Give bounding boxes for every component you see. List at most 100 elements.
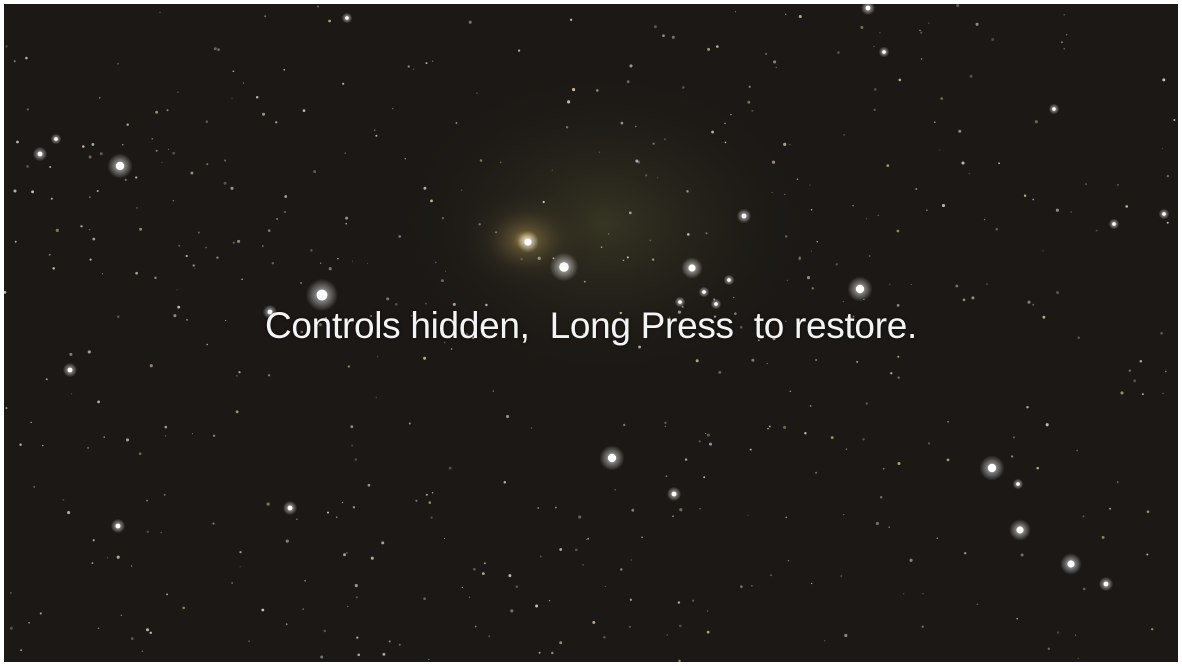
star [840, 575, 842, 577]
star [261, 608, 265, 612]
star [1151, 628, 1154, 631]
star [468, 596, 470, 598]
star [284, 195, 288, 198]
star [206, 163, 209, 166]
star [922, 592, 924, 595]
star [1063, 47, 1066, 50]
star [323, 629, 327, 633]
star [686, 233, 690, 236]
star [785, 516, 788, 519]
star [87, 446, 90, 449]
star [488, 635, 491, 638]
star [149, 364, 153, 368]
star [903, 593, 905, 595]
star [25, 56, 28, 60]
star [920, 31, 923, 34]
star [868, 255, 871, 257]
star [300, 282, 302, 284]
star [434, 261, 437, 264]
star [789, 143, 791, 146]
star [320, 655, 324, 659]
star [1055, 208, 1059, 212]
star [879, 496, 883, 499]
star [940, 97, 943, 100]
star [706, 433, 710, 437]
star [149, 631, 152, 635]
star [216, 256, 219, 259]
star [816, 241, 818, 243]
star [873, 45, 875, 48]
star [151, 137, 154, 140]
star [217, 48, 220, 51]
star [483, 562, 486, 565]
star [88, 228, 91, 231]
star [733, 296, 735, 299]
star [377, 356, 379, 358]
star [92, 539, 95, 542]
star [672, 515, 674, 518]
star [551, 651, 554, 655]
star [448, 466, 452, 470]
star [440, 279, 444, 283]
star [768, 425, 771, 428]
star [844, 633, 848, 638]
star [423, 597, 426, 601]
star [969, 74, 973, 78]
star [705, 432, 707, 435]
star [407, 65, 410, 68]
star [190, 171, 194, 175]
star [296, 518, 298, 521]
star [28, 621, 30, 624]
star [374, 129, 376, 131]
star [637, 160, 641, 164]
star [919, 29, 921, 32]
star [583, 280, 586, 283]
star [146, 628, 149, 632]
star [662, 34, 665, 38]
star [964, 552, 967, 555]
star [106, 557, 109, 559]
star [423, 186, 427, 190]
star [341, 501, 344, 504]
star [241, 278, 243, 281]
star [724, 141, 727, 144]
star [852, 204, 854, 207]
starfield-view[interactable]: Controls hidden, Long Press to restore. [4, 4, 1178, 662]
star [1101, 535, 1105, 539]
star [1082, 587, 1086, 591]
star [413, 68, 415, 70]
star [264, 15, 267, 18]
star [664, 421, 667, 425]
star [352, 506, 356, 509]
star [386, 297, 390, 301]
star [751, 109, 754, 112]
star [798, 257, 801, 261]
star [1042, 250, 1044, 252]
star [537, 507, 540, 509]
star [862, 438, 865, 441]
star [595, 89, 599, 92]
star [629, 64, 633, 68]
star [20, 649, 23, 652]
star [473, 567, 476, 571]
star [398, 643, 401, 646]
star [101, 273, 103, 275]
star [860, 25, 864, 29]
star [121, 143, 124, 146]
star [598, 151, 601, 153]
star [809, 404, 812, 407]
star [155, 149, 158, 152]
bright-star [54, 137, 58, 141]
star [391, 107, 394, 110]
star [635, 125, 637, 128]
star [99, 97, 101, 99]
star [97, 627, 100, 630]
star [664, 425, 667, 428]
star [1070, 211, 1072, 213]
star [955, 284, 959, 288]
star [531, 427, 533, 429]
star [430, 199, 433, 203]
star [161, 161, 163, 163]
star [865, 402, 868, 405]
star [809, 184, 811, 186]
